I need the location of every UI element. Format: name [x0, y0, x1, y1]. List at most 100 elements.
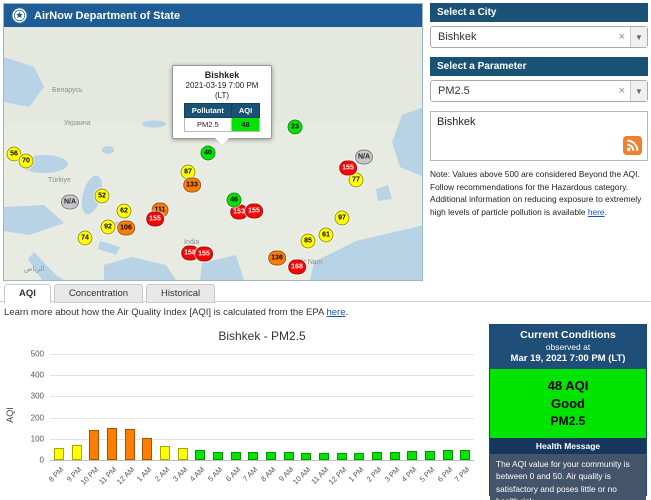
- map-panel: AirNow Department of State: [3, 3, 423, 281]
- chart-plot-area: 01002003004005008 PM9 PM10 PM11 PM12 AM1…: [50, 354, 474, 460]
- note-period: .: [605, 207, 607, 217]
- note-link[interactable]: here: [588, 207, 605, 217]
- map-canvas[interactable]: БеларусьУкраинаTürkiyeIranIndiaViệt Namا…: [4, 27, 422, 280]
- aqi-bar-chart: Bishkek - PM2.5 AQI 01002003004005008 PM…: [4, 322, 484, 498]
- map-aqi-marker[interactable]: N/A: [61, 195, 79, 210]
- top-section: AirNow Department of State: [3, 3, 648, 281]
- map-aqi-marker[interactable]: 136: [268, 251, 286, 266]
- parameter-select[interactable]: PM2.5 × ▼: [430, 80, 648, 102]
- chart-bar: [460, 450, 470, 460]
- map-aqi-marker[interactable]: 23: [288, 120, 303, 135]
- city-select-value: Bishkek: [431, 31, 614, 43]
- chart-bar: [160, 446, 170, 460]
- popup-city: Bishkek: [176, 70, 268, 80]
- popup-timezone: (LT): [176, 91, 268, 100]
- tab-concentration[interactable]: Concentration: [54, 284, 143, 303]
- chart-bar: [337, 453, 347, 460]
- chart-bar: [301, 453, 311, 460]
- y-tick-label: 200: [31, 413, 44, 422]
- popup-col-aqi: AQI: [231, 104, 259, 118]
- popup-pollutant-value: PM2.5: [184, 118, 231, 132]
- y-tick-label: 400: [31, 371, 44, 380]
- state-department-seal-icon: [11, 7, 28, 24]
- rss-feed-box: Bishkek: [430, 111, 648, 161]
- map-aqi-marker[interactable]: 155: [339, 161, 357, 176]
- chart-gridline: [50, 418, 474, 419]
- map-aqi-marker[interactable]: N/A: [355, 150, 373, 165]
- observed-at-label: observed at: [492, 342, 644, 352]
- observed-datetime: Mar 19, 2021 7:00 PM (LT): [492, 353, 644, 364]
- chart-bar: [354, 453, 364, 460]
- rss-icon[interactable]: [623, 136, 642, 155]
- chart-bar: [284, 452, 294, 460]
- tab-historical[interactable]: Historical: [146, 284, 215, 303]
- map-aqi-marker[interactable]: 74: [78, 231, 93, 246]
- map-place-label: Украина: [64, 120, 91, 127]
- chart-gridline: [50, 396, 474, 397]
- chart-bar: [319, 453, 329, 460]
- chart-gridline: [50, 460, 474, 461]
- chart-bar: [89, 430, 99, 460]
- tab-aqi[interactable]: AQI: [4, 284, 51, 304]
- chart-bar: [266, 452, 276, 460]
- map-place-label: Беларусь: [52, 87, 83, 94]
- chart-bar: [107, 428, 117, 460]
- map-aqi-marker[interactable]: 52: [95, 189, 110, 204]
- map-aqi-marker[interactable]: 133: [183, 178, 201, 193]
- chart-bar: [72, 445, 82, 460]
- y-tick-label: 300: [31, 392, 44, 401]
- y-tick-label: 500: [31, 350, 44, 359]
- map-aqi-marker[interactable]: 46: [227, 193, 242, 208]
- map-aqi-marker[interactable]: 155: [245, 204, 263, 219]
- y-tick-label: 0: [40, 456, 44, 465]
- chart-bar: [407, 451, 417, 460]
- city-select[interactable]: Bishkek × ▼: [430, 26, 648, 48]
- map-aqi-marker[interactable]: 85: [301, 234, 316, 249]
- map-aqi-marker[interactable]: 155: [195, 247, 213, 262]
- clear-city-icon[interactable]: ×: [614, 31, 630, 43]
- note-text: Note: Values above 500 are considered Be…: [430, 169, 641, 217]
- popup-col-pollutant: Pollutant: [184, 104, 231, 118]
- map-aqi-marker[interactable]: 61: [319, 228, 334, 243]
- map-place-label: الرياض: [24, 265, 44, 273]
- learn-more-period: .: [345, 307, 348, 318]
- learn-more-text: Learn more about how the Air Quality Ind…: [4, 307, 326, 318]
- map-popup: Bishkek 2021-03-19 7:00 PM (LT) Pollutan…: [172, 65, 272, 139]
- chart-y-axis-label: AQI: [5, 407, 15, 423]
- health-message-header: Health Message: [490, 438, 646, 454]
- map-aqi-marker[interactable]: 155: [146, 212, 164, 227]
- chart-title: Bishkek - PM2.5: [50, 329, 474, 343]
- epa-link[interactable]: here: [326, 307, 345, 318]
- popup-datetime: 2021-03-19 7:00 PM: [176, 81, 268, 90]
- chart-bar: [443, 450, 453, 460]
- map-panel-header: AirNow Department of State: [4, 4, 422, 27]
- map-aqi-marker[interactable]: 92: [101, 220, 116, 235]
- map-place-label: Türkiye: [48, 177, 71, 184]
- chevron-down-icon[interactable]: ▼: [630, 81, 647, 101]
- current-aqi-category: Good: [490, 396, 646, 411]
- y-tick-label: 100: [31, 434, 44, 443]
- chart-bar: [54, 448, 64, 460]
- airnow-page: AirNow Department of State: [0, 0, 651, 500]
- select-parameter-header: Select a Parameter: [430, 57, 648, 76]
- map-aqi-marker[interactable]: 168: [288, 260, 306, 275]
- learn-more-line: Learn more about how the Air Quality Ind…: [4, 307, 348, 318]
- feed-city-label: Bishkek: [437, 116, 476, 128]
- parameter-select-value: PM2.5: [431, 85, 614, 97]
- map-aqi-marker[interactable]: 62: [117, 204, 132, 219]
- map-aqi-marker[interactable]: 106: [117, 221, 135, 236]
- chart-bar: [390, 452, 400, 460]
- chevron-down-icon[interactable]: ▼: [630, 27, 647, 47]
- current-conditions-title: Current Conditions: [492, 329, 644, 341]
- map-aqi-marker[interactable]: 70: [19, 154, 34, 169]
- aqi-note: Note: Values above 500 are considered Be…: [430, 168, 648, 218]
- chart-bar: [231, 452, 241, 460]
- chart-bar: [425, 451, 435, 460]
- chart-bar: [248, 452, 258, 460]
- current-pollutant: PM2.5: [490, 414, 646, 428]
- map-aqi-marker[interactable]: 40: [201, 146, 216, 161]
- map-aqi-marker[interactable]: 97: [335, 211, 350, 226]
- chart-bar: [125, 429, 135, 460]
- clear-parameter-icon[interactable]: ×: [614, 85, 630, 97]
- chart-bar: [195, 450, 205, 460]
